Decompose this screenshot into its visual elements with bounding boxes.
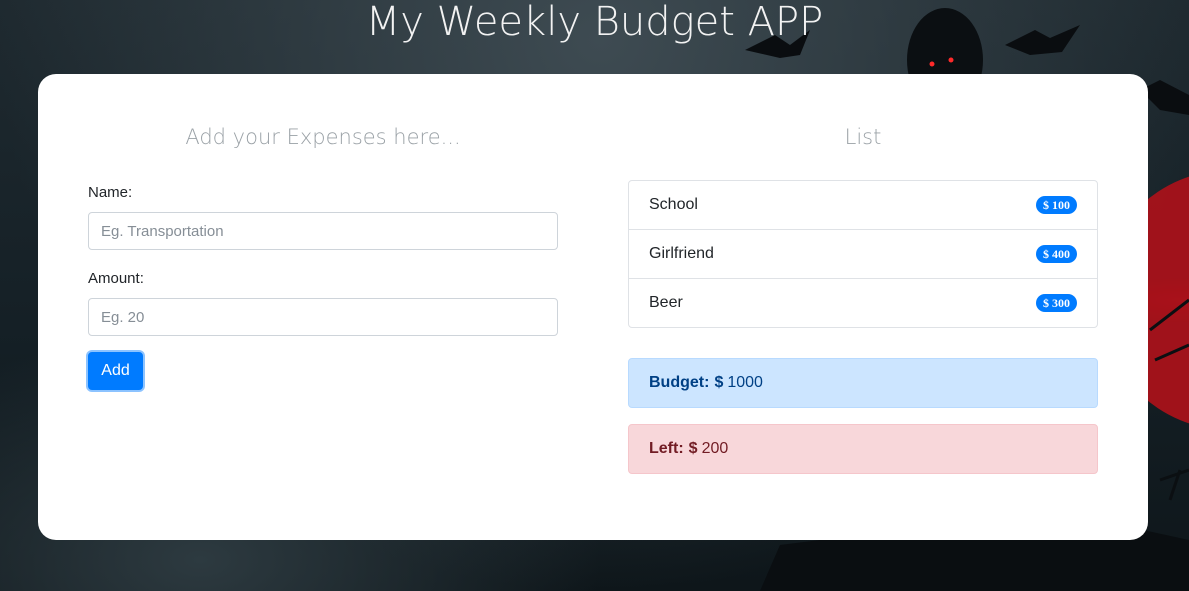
main-card: Add your Expenses here... Name: Amount: … xyxy=(38,74,1148,540)
left-currency: $ xyxy=(688,440,698,457)
form-heading: Add your Expenses here... xyxy=(185,125,461,149)
expense-amount-badge: $ 300 xyxy=(1036,294,1077,312)
expense-item-name: Beer xyxy=(649,294,683,311)
list-item: Beer $ 300 xyxy=(629,279,1097,327)
name-label: Name: xyxy=(88,184,133,201)
figure-eye-left xyxy=(929,61,935,67)
expense-list: School $ 100 Girlfriend $ 400 Beer $ 300 xyxy=(628,180,1098,328)
app-title: My Weekly Budget APP xyxy=(365,0,824,45)
budget-currency: $ xyxy=(714,374,724,391)
budget-summary: Budget: $ 1000 xyxy=(628,358,1098,408)
expense-item-name: School xyxy=(649,196,698,213)
left-label: Left: xyxy=(649,440,684,457)
expense-amount-badge: $ 100 xyxy=(1036,196,1077,214)
budget-label: Budget: xyxy=(649,374,710,391)
list-item: School $ 100 xyxy=(629,181,1097,230)
remaining-summary: Left: $ 200 xyxy=(628,424,1098,474)
add-expense-button[interactable]: Add xyxy=(88,352,143,390)
expense-item-name: Girlfriend xyxy=(649,245,714,262)
expense-amount-input[interactable] xyxy=(88,298,558,336)
budget-value: 1000 xyxy=(727,374,763,391)
list-item: Girlfriend $ 400 xyxy=(629,230,1097,279)
amount-label: Amount: xyxy=(88,270,144,287)
expense-amount-badge: $ 400 xyxy=(1036,245,1077,263)
list-heading: List xyxy=(844,125,882,149)
left-value: 200 xyxy=(701,440,729,457)
figure-eye-right xyxy=(948,57,954,63)
expense-name-input[interactable] xyxy=(88,212,558,250)
